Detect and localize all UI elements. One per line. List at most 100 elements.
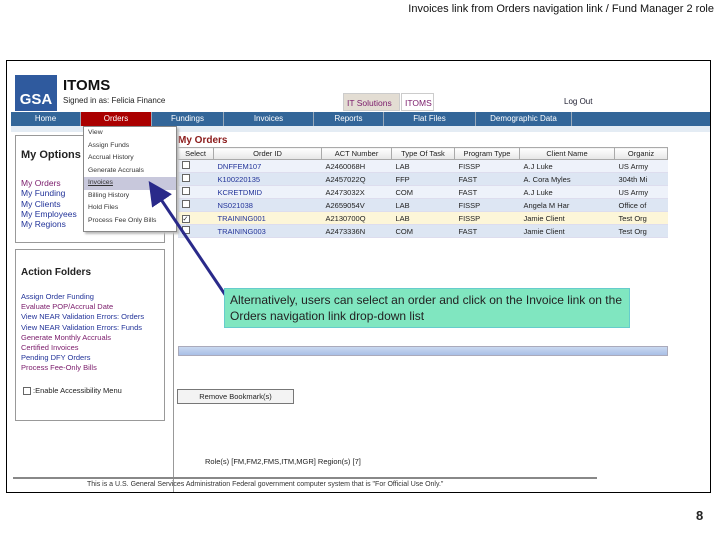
col-header[interactable]: Organiz (614, 147, 668, 160)
table-cell: FAST (454, 224, 520, 238)
row-checkbox[interactable] (181, 226, 190, 234)
row-checkbox[interactable] (181, 200, 190, 208)
action-link[interactable]: Assign Order Funding (21, 292, 144, 302)
order-id-link[interactable]: DNFFEM107 (213, 159, 322, 173)
page-number: 8 (696, 508, 704, 523)
table-cell: A2457022Q (321, 172, 392, 186)
action-link[interactable]: Evaluate POP/Accrual Date (21, 302, 144, 312)
table-cell: A.J Luke (519, 185, 615, 199)
order-id-link[interactable]: TRAINING003 (213, 224, 322, 238)
menu-item-accrual-history[interactable]: Accrual History (84, 152, 176, 165)
col-header[interactable]: ACT Number (321, 147, 392, 160)
menu-item-assign-funds[interactable]: Assign Funds (84, 140, 176, 153)
select-cell (177, 172, 214, 186)
table-cell: LAB (391, 198, 455, 212)
callout-note: Alternatively, users can select an order… (224, 288, 630, 328)
orders-table: Select Order ID ACT Number Type Of Task … (177, 147, 668, 238)
col-header[interactable]: Order ID (213, 147, 322, 160)
nav-flat-files[interactable]: Flat Files (384, 112, 476, 126)
table-cell: Angela M Har (519, 198, 615, 212)
table-row[interactable]: K100220135 A2457022Q FFP FAST A. Cora Myles 3… (177, 172, 668, 186)
table-cell: 304th Mi (614, 172, 668, 186)
tab-it-solutions[interactable]: IT Solutions (343, 93, 400, 111)
my-options-title: My Options (21, 149, 81, 161)
table-cell: Test Org (614, 224, 668, 238)
nav-orders[interactable]: Orders (81, 112, 152, 126)
nav-demographic-data[interactable]: Demographic Data (476, 112, 572, 126)
col-header[interactable]: Select (177, 147, 214, 160)
action-link[interactable]: Generate Monthly Accruals (21, 333, 144, 343)
row-checkbox[interactable]: ✓ (181, 214, 190, 223)
my-funding-link[interactable]: My Funding (21, 188, 77, 198)
select-cell: ✓ (177, 211, 214, 225)
action-link[interactable]: Pending DFY Orders (21, 353, 144, 363)
my-regions-link[interactable]: My Regions (21, 219, 77, 229)
nav-invoices[interactable]: Invoices (224, 112, 314, 126)
table-row[interactable]: TRAINING003 A2473336N COM FAST Jamie Client T… (177, 224, 668, 238)
footer-notice: This is a U.S. General Services Administ… (87, 481, 444, 488)
remove-bookmarks-button[interactable]: Remove Bookmark(s) (177, 389, 294, 404)
app-name: ITOMS (63, 77, 111, 94)
col-header[interactable]: Client Name (519, 147, 615, 160)
select-cell (177, 185, 214, 199)
nav-home[interactable]: Home (11, 112, 81, 126)
table-cell: Jamie Client (519, 224, 615, 238)
col-header[interactable]: Program Type (454, 147, 520, 160)
select-cell (177, 224, 214, 238)
slide-title: Invoices link from Orders navigation lin… (408, 3, 714, 15)
orders-title: My Orders (178, 135, 228, 146)
app-screenshot: GSA ITOMS Signed in as: Felicia Finance … (6, 60, 711, 493)
my-clients-link[interactable]: My Clients (21, 199, 77, 209)
menu-item-billing-history[interactable]: Billing History (84, 190, 176, 203)
signed-in-text: Signed in as: Felicia Finance (63, 96, 166, 105)
table-cell: Office of (614, 198, 668, 212)
logout-link[interactable]: Log Out (564, 97, 592, 106)
table-cell: FAST (454, 172, 520, 186)
order-id-link[interactable]: K100220135 (213, 172, 322, 186)
action-folders-title: Action Folders (21, 267, 92, 278)
menu-item-invoices[interactable]: Invoices (84, 177, 176, 190)
table-cell: LAB (391, 159, 455, 173)
table-cell: FISSP (454, 159, 520, 173)
table-cell: A2473032X (321, 185, 392, 199)
my-employees-link[interactable]: My Employees (21, 209, 77, 219)
table-row[interactable]: DNFFEM107 A2460068H LAB FISSP A.J Luke US Arm… (177, 159, 668, 173)
col-header[interactable]: Type Of Task (391, 147, 455, 160)
table-cell: A2473336N (321, 224, 392, 238)
menu-item-generate-accruals[interactable]: Generate Accruals (84, 165, 176, 178)
table-row[interactable]: ✓ TRAINING001 A2130700Q LAB FISSP Jamie Clien… (177, 211, 668, 225)
accessibility-checkbox[interactable] (23, 386, 31, 395)
row-checkbox[interactable] (181, 187, 190, 195)
action-link[interactable]: View NEAR Validation Errors: Orders (21, 312, 144, 322)
table-cell: COM (391, 224, 455, 238)
nav-reports[interactable]: Reports (314, 112, 384, 126)
table-cell: A. Cora Myles (519, 172, 615, 186)
action-link[interactable]: View NEAR Validation Errors: Funds (21, 323, 144, 333)
table-row[interactable]: NS021038 A2659054V LAB FISSP Angela M Har Off… (177, 198, 668, 212)
action-link[interactable]: Certified Invoices (21, 343, 144, 353)
nav-fundings[interactable]: Fundings (152, 112, 224, 126)
table-cell: FISSP (454, 211, 520, 225)
select-cell (177, 159, 214, 173)
my-orders-link[interactable]: My Orders (21, 178, 77, 188)
table-cell: Jamie Client (519, 211, 615, 225)
table-row[interactable]: KCRETDMID A2473032X COM FAST A.J Luke US Army (177, 185, 668, 199)
order-id-link[interactable]: TRAINING001 (213, 211, 322, 225)
action-link[interactable]: Process Fee-Only Bills (21, 363, 144, 373)
table-cell: FFP (391, 172, 455, 186)
menu-item-view[interactable]: View (84, 127, 176, 140)
table-cell: A.J Luke (519, 159, 615, 173)
order-id-link[interactable]: NS021038 (213, 198, 322, 212)
menu-item-hold-files[interactable]: Hold Files (84, 202, 176, 215)
order-id-link[interactable]: KCRETDMID (213, 185, 322, 199)
table-cell: FISSP (454, 198, 520, 212)
table-cell: A2460068H (321, 159, 392, 173)
horizontal-scrollbar[interactable] (178, 346, 668, 356)
orders-dropdown-menu: View Assign Funds Accrual History Genera… (83, 126, 177, 232)
tab-itoms[interactable]: ITOMS (401, 93, 434, 111)
roles-text: Role(s) [FM,FM2,FMS,ITM,MGR] Region(s) [… (205, 457, 361, 466)
table-cell: A2130700Q (321, 211, 392, 225)
row-checkbox[interactable] (181, 161, 190, 169)
row-checkbox[interactable] (181, 174, 190, 182)
menu-item-process-fee-only-bills[interactable]: Process Fee Only Bills (84, 215, 176, 228)
